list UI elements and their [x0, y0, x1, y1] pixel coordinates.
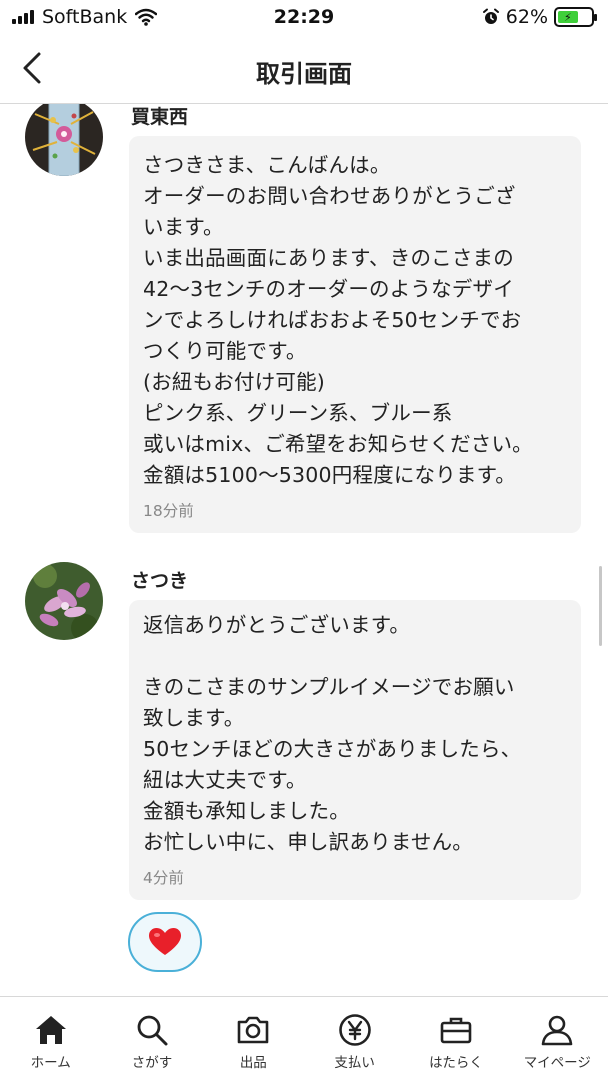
tab-label: ホーム — [30, 1055, 71, 1071]
back-button[interactable] — [14, 46, 54, 90]
tab-mypage[interactable]: マイページ — [507, 997, 608, 1080]
message-bubble: 返信ありがとうございます。 きのこさまのサンプルイメージでお願い 致します。 5… — [129, 600, 581, 900]
avatar[interactable] — [25, 562, 103, 640]
battery-icon: ⚡ — [554, 7, 597, 27]
tab-label: はたらく — [429, 1055, 483, 1071]
message-time: 4分前 — [143, 869, 184, 887]
avatar[interactable] — [25, 104, 103, 176]
alarm-icon — [482, 8, 499, 24]
avatar-buyer-image — [25, 562, 103, 640]
message-text: さつきさま、こんばんは。 オーダーのお問い合わせありがとうござ います。 いま出… — [143, 153, 533, 487]
message-bubble: さつきさま、こんばんは。 オーダーのお問い合わせありがとうござ います。 いま出… — [129, 136, 581, 533]
tab-bar: ホーム さがす 出品 支払い はたらく マイページ — [0, 996, 608, 1080]
tab-label: マイページ — [523, 1055, 591, 1071]
tab-sell[interactable]: 出品 — [203, 997, 304, 1080]
status-right: 62% ⚡ — [482, 6, 597, 28]
tab-work[interactable]: はたらく — [405, 997, 506, 1080]
signal-icon — [12, 10, 34, 24]
message-time: 18分前 — [143, 502, 194, 520]
briefcase-icon — [440, 1017, 472, 1044]
chevron-left-icon — [23, 52, 41, 84]
scroll-indicator[interactable] — [599, 566, 602, 646]
reaction-button[interactable] — [128, 912, 202, 972]
tab-home[interactable]: ホーム — [0, 997, 101, 1080]
tab-payment[interactable]: 支払い — [304, 997, 405, 1080]
battery-percent: 62% — [505, 6, 548, 28]
nav-bar: 取引画面 — [0, 36, 608, 104]
tab-label: 支払い — [334, 1055, 375, 1071]
camera-icon — [238, 1016, 269, 1044]
heart-icon — [149, 928, 181, 955]
person-icon — [541, 1015, 573, 1046]
home-icon — [35, 1016, 66, 1044]
carrier-group: SoftBank — [12, 6, 158, 28]
page-title: 取引画面 — [256, 60, 352, 88]
tab-search[interactable]: さがす — [101, 997, 202, 1080]
status-bar: SoftBank 22:29 62% ⚡ — [0, 0, 608, 36]
avatar-seller-image — [25, 104, 103, 176]
sender-name: 買東西 — [131, 106, 189, 128]
yen-icon — [338, 1014, 371, 1046]
tab-label: さがす — [131, 1055, 173, 1071]
sender-name: さつき — [131, 570, 189, 592]
message-list[interactable]: 買東西 さつきさま、こんばんは。 オーダーのお問い合わせありがとうござ います。… — [0, 104, 608, 996]
battery-fill: ⚡ — [558, 11, 578, 24]
tab-label: 出品 — [239, 1055, 267, 1071]
search-icon — [137, 1015, 168, 1046]
wifi-icon — [135, 8, 158, 26]
carrier-name: SoftBank — [42, 6, 128, 28]
message-text: 返信ありがとうございます。 きのこさまのサンプルイメージでお願い 致します。 5… — [143, 613, 522, 854]
